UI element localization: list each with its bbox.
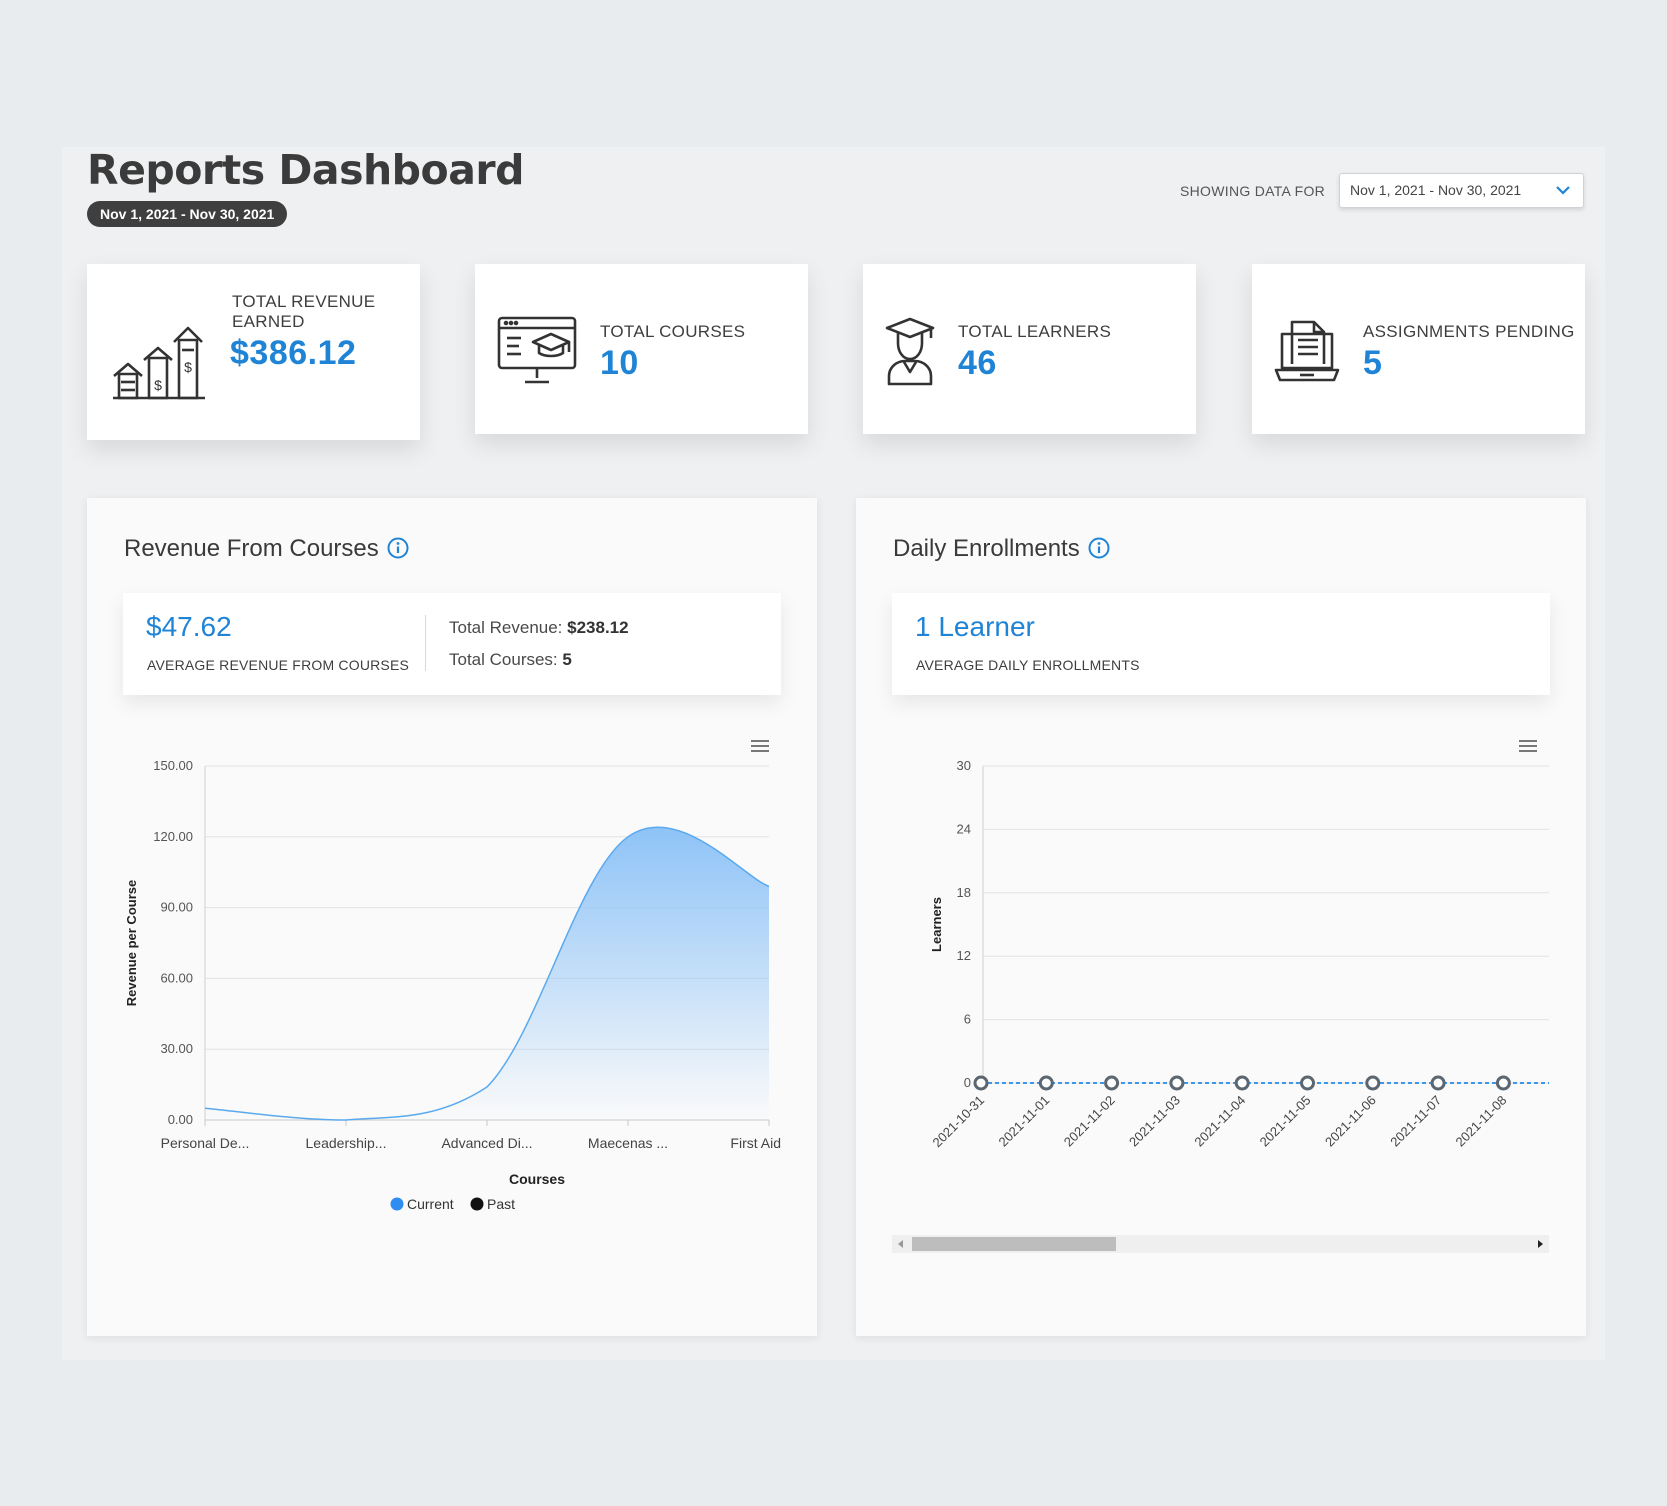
stat-card-learners: TOTAL LEARNERS 46 [863,264,1196,434]
x-tick-label: Advanced Di... [441,1135,532,1151]
data-point [1169,1075,1185,1091]
stat-label-assignments: ASSIGNMENTS PENDING [1363,322,1575,341]
chevron-down-icon [1556,186,1570,195]
summary-divider [425,615,426,671]
chart-scrollbar[interactable] [892,1235,1549,1253]
stat-label-revenue-line2: EARNED [232,312,305,331]
enrollments-summary-card: 1 Learner AVERAGE DAILY ENROLLMENTS [892,593,1550,695]
scroll-left-icon[interactable] [892,1235,910,1253]
enrollments-panel-title: Daily Enrollments [893,535,1080,562]
x-tick-label: 2021-11-06 [1322,1093,1379,1150]
x-axis-title: Courses [509,1171,565,1187]
y-tick-label: 6 [964,1012,971,1027]
info-icon[interactable] [387,537,409,559]
laptop-document-icon [1274,320,1340,382]
stat-label-learners: TOTAL LEARNERS [958,322,1112,341]
data-point [1104,1075,1120,1091]
avg-enrollments-value: 1 Learner [915,611,1035,642]
x-tick-label: Leadership... [306,1135,387,1151]
y-tick-label: 30.00 [160,1041,193,1056]
stat-value-courses: 10 [600,344,639,382]
x-tick-label: 2021-11-08 [1453,1093,1510,1150]
stat-label-revenue-line1: TOTAL REVENUE [232,292,376,311]
stat-card-assignments: ASSIGNMENTS PENDING 5 [1252,264,1585,434]
date-range-badge: Nov 1, 2021 - Nov 30, 2021 [87,201,288,227]
data-point [1038,1075,1054,1091]
x-tick-label: 2021-11-02 [1061,1093,1118,1150]
x-tick-label: Personal De... [161,1135,250,1151]
y-tick-label: 0 [964,1075,971,1090]
data-point [973,1075,989,1091]
avg-enrollments-label: AVERAGE DAILY ENROLLMENTS [916,657,1140,673]
total-courses-value: 5 [562,650,572,669]
data-point [1300,1075,1315,1091]
total-courses-row: Total Courses: 5 [449,650,572,670]
legend-marker-current [390,1197,404,1211]
y-tick-label: 30 [957,758,971,773]
y-tick-label: 0.00 [168,1112,193,1127]
x-tick-label: 2021-11-01 [995,1093,1052,1150]
total-courses-label: Total Courses: [449,650,558,669]
series-current-area [205,827,769,1120]
x-tick-label: Maecenas ... [588,1135,668,1151]
y-axis-title: Learners [929,897,944,952]
legend-label-current: Current [407,1196,454,1212]
scroll-right-icon[interactable] [1531,1235,1549,1253]
x-tick-label: 2021-11-05 [1257,1093,1314,1150]
y-tick-label: 90.00 [160,900,193,915]
svg-text:$: $ [184,359,192,375]
revenue-growth-icon: $ $ [113,326,205,400]
svg-text:$: $ [154,377,162,393]
enrollments-chart-svg: 0612182430Learners2021-10-31 2021-11-01 20… [929,758,1549,1151]
y-tick-label: 18 [957,885,971,900]
revenue-panel-title: Revenue From Courses [124,535,379,562]
x-tick-label: First Aid [730,1135,781,1151]
scrollbar-thumb[interactable] [912,1237,1116,1251]
total-revenue-row: Total Revenue: $238.12 [449,618,629,638]
date-range-select[interactable]: Nov 1, 2021 - Nov 30, 2021 [1339,173,1584,208]
stat-label-courses: TOTAL COURSES [600,322,746,341]
stat-card-revenue: $ $ TOTAL REVENUE EARNED $386.12 [87,264,420,440]
data-point [1495,1075,1511,1091]
graduate-icon [885,317,935,386]
revenue-panel: Revenue From Courses $47.62 AVERAGE REVE… [87,498,817,1336]
stat-value-revenue: $386.12 [230,334,357,372]
data-point [1365,1075,1381,1091]
page-title: Reports Dashboard [87,146,524,194]
stat-value-learners: 46 [958,344,997,382]
revenue-summary-card: $47.62 AVERAGE REVENUE FROM COURSES Tota… [123,593,781,695]
avg-revenue-value: $47.62 [146,611,232,642]
total-revenue-label: Total Revenue: [449,618,563,637]
info-icon[interactable] [1088,537,1110,559]
y-tick-label: 24 [957,821,971,836]
y-axis-title: Revenue per Course [124,880,139,1006]
y-tick-label: 120.00 [153,829,193,844]
data-point [1234,1075,1250,1091]
y-tick-label: 150.00 [153,758,193,773]
stat-value-assignments: 5 [1363,344,1383,382]
online-course-icon [497,316,577,384]
y-tick-label: 12 [957,948,971,963]
data-point [1430,1075,1446,1091]
x-tick-label: 2021-10-31 [929,1093,987,1151]
revenue-chart-svg: 0.00 30.00 60.00 90.00 120.00 150.00 Personal … [124,758,781,1212]
legend-label-past: Past [487,1196,515,1212]
x-tick-label: 2021-11-04 [1191,1093,1248,1150]
enrollments-panel: Daily Enrollments 1 Learner AVERAGE DAIL… [856,498,1586,1336]
y-tick-label: 60.00 [160,970,193,985]
avg-revenue-label: AVERAGE REVENUE FROM COURSES [147,657,410,673]
date-range-value: Nov 1, 2021 - Nov 30, 2021 [1350,182,1522,198]
legend-marker-past [470,1197,484,1211]
x-tick-label: 2021-11-07 [1387,1093,1444,1150]
stat-card-courses: TOTAL COURSES 10 [475,264,808,434]
total-revenue-value: $238.12 [567,618,629,637]
x-tick-label: 2021-11-03 [1126,1093,1183,1150]
showing-data-label: SHOWING DATA FOR [1180,183,1326,199]
